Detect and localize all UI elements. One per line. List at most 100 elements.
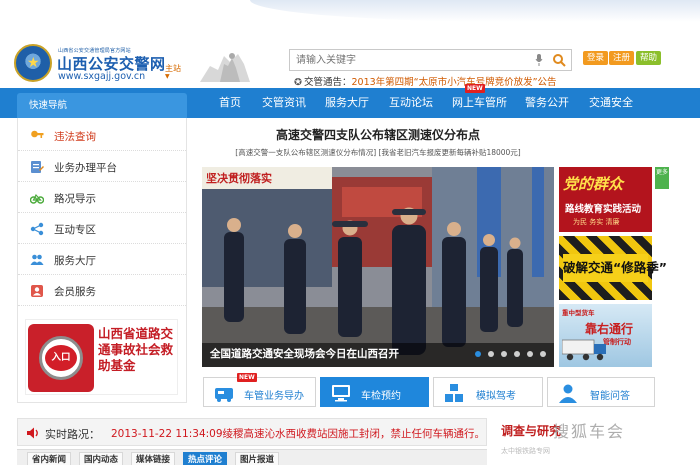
survey-subtitle: 太中银铁路专网 xyxy=(501,447,550,455)
sub-link-2[interactable]: [我省老旧汽车报废更新每辆补贴18000元] xyxy=(379,148,521,157)
slide-dot-4[interactable] xyxy=(514,351,520,357)
slide-dot-6[interactable] xyxy=(540,351,546,357)
speaker-icon xyxy=(27,427,38,439)
ad-road-repair[interactable]: 破解交通“修路季” xyxy=(559,236,667,300)
right-ads: 党的群众 路线教育实践活动 为民 务实 清廉 破解交通“修路季” 重中型货车 靠… xyxy=(559,167,667,367)
car-service-icon xyxy=(215,388,233,402)
service-new-badge: NEW xyxy=(237,373,257,382)
news-tabs: 省内新闻 国内动态 媒体链接 热点评论 图片报道 xyxy=(17,449,487,465)
sidebar-item-label: 会员服务 xyxy=(54,286,96,298)
slide-dot-5[interactable] xyxy=(527,351,533,357)
microphone-icon[interactable] xyxy=(535,54,543,66)
sidebar-item-label: 违法查询 xyxy=(54,131,96,143)
ad1-slogan: 为民 务实 清廉 xyxy=(573,218,620,226)
notice-prefix: 交管通告： xyxy=(303,77,352,88)
notice-bar: ✪ 交管通告：2013年第四期“太原市小汽车号牌竞价放发”公告 xyxy=(294,74,557,88)
ad1-subtitle: 路线教育实践活动 xyxy=(565,204,642,215)
nav-news[interactable]: 交管资讯 xyxy=(262,88,306,118)
slide-dot-3[interactable] xyxy=(501,351,507,357)
nav-forum[interactable]: 互动论坛 xyxy=(389,88,433,118)
sub-link-1[interactable]: [高速交警一支队公布辖区测速仪分布情况] xyxy=(235,148,376,157)
service-label: 智能问答 xyxy=(590,391,630,402)
tab-media-links[interactable]: 媒体链接 xyxy=(131,452,176,465)
blocks-icon xyxy=(445,384,463,402)
sidebar-item-label: 互动专区 xyxy=(54,224,96,236)
service-label: 车检预约 xyxy=(361,391,401,402)
login-button[interactable]: 登录 xyxy=(583,51,609,65)
live-road-text[interactable]: 2013-11-22 11:34:09绫稷高速沁水西收费站因施工封闭，禁止任何车… xyxy=(111,426,485,441)
ad1-title: 党的群众 xyxy=(563,175,624,193)
nav-home[interactable]: 首页 xyxy=(219,88,241,118)
search-icon[interactable] xyxy=(552,53,566,67)
tab-provincial-news[interactable]: 省内新闻 xyxy=(27,452,72,465)
police-statue-icon xyxy=(200,53,250,82)
service-label: 车管业务导办 xyxy=(244,391,304,402)
accident-fund-banner[interactable]: 入口 山西省道路交通事故社会救助基金 xyxy=(25,319,178,395)
help-button[interactable]: 帮助 xyxy=(636,51,662,65)
slide-dot-2[interactable] xyxy=(488,351,494,357)
chevron-down-icon: ▼ xyxy=(165,73,170,80)
ad-more-tag[interactable]: 更多 xyxy=(655,167,669,189)
fund-title: 山西省道路交通事故社会救助基金 xyxy=(98,326,174,373)
site-switch-label: 主站 xyxy=(165,64,181,73)
key-icon xyxy=(31,130,44,138)
nav-service-hall[interactable]: 服务大厅 xyxy=(325,88,369,118)
tab-hot-comments[interactable]: 热点评论 xyxy=(183,452,228,465)
search-input[interactable] xyxy=(296,53,516,68)
sidebar-item-violation-query[interactable]: 违法查询 xyxy=(18,120,186,151)
truck-icon xyxy=(562,339,606,361)
site-switch[interactable]: 主站 ▼ xyxy=(165,63,181,80)
slide-caption[interactable]: 全国道路交通安全现场会今日在山西召开 xyxy=(210,346,399,361)
share-icon xyxy=(30,222,44,236)
ad-truck-right-lane[interactable]: 重中型货车 靠右通行 管制行动 xyxy=(559,304,652,367)
nav-police-affairs[interactable]: 警务公开 xyxy=(525,88,569,118)
live-road-label: 实时路况： xyxy=(45,428,100,441)
register-button[interactable]: 注册 xyxy=(609,51,635,65)
member-icon xyxy=(31,285,43,297)
ad3-top: 重中型货车 xyxy=(562,309,595,317)
notice-link[interactable]: 2013年第四期“太原市小汽车号牌竞价放发”公告 xyxy=(351,77,556,88)
sidebar-item-member-service[interactable]: 会员服务 xyxy=(18,275,186,306)
headline-link[interactable]: 高速交警四支队公布辖区测速仪分布点 xyxy=(203,126,553,143)
sidebar-item-label: 服务大厅 xyxy=(54,255,96,267)
fund-entry-label: 入口 xyxy=(45,345,77,371)
service-smart-qa[interactable]: 智能问答 xyxy=(547,377,655,407)
sidebar-item-label: 路况导示 xyxy=(54,193,96,205)
news-slider[interactable]: 坚决贯彻落实 全国道路交通安全现场会今日在山西召开 xyxy=(202,167,554,367)
slide-dot-1[interactable] xyxy=(475,351,481,357)
people-icon xyxy=(30,254,44,265)
police-badge-icon[interactable]: ★ xyxy=(14,44,52,82)
live-road-bar: 实时路况： 2013-11-22 11:34:09绫稷高速沁水西收费站因施工封闭… xyxy=(17,418,487,446)
sidebar-item-label: 业务办理平台 xyxy=(54,162,117,174)
sidebar-item-road-guide[interactable]: 路况导示 xyxy=(18,182,186,213)
ad2-title: 破解交通“修路季” xyxy=(563,254,667,282)
service-label: 模拟驾考 xyxy=(476,391,516,402)
slide-banner-text: 坚决贯彻落实 xyxy=(206,172,272,185)
ad-mass-line[interactable]: 党的群众 路线教育实践活动 为民 务实 清廉 xyxy=(559,167,652,232)
search-box[interactable] xyxy=(289,49,572,71)
survey-title: 调查与研究 xyxy=(501,424,562,438)
monitor-icon xyxy=(332,385,350,402)
sidebar-item-interaction[interactable]: 互动专区 xyxy=(18,213,186,244)
sub-links: [高速交警一支队公布辖区测速仪分布情况] [我省老旧汽车报废更新每辆补贴1800… xyxy=(203,147,553,158)
form-icon xyxy=(31,161,44,173)
bicycle-icon xyxy=(30,193,44,204)
gear-icon: ✪ xyxy=(294,77,302,88)
person-icon xyxy=(559,384,577,403)
new-badge: NEW xyxy=(465,84,485,93)
fund-entry-button[interactable]: 入口 xyxy=(39,336,83,380)
watermark: 搜狐车会 xyxy=(553,422,626,441)
ad3-title: 靠右通行 xyxy=(585,322,634,336)
service-mock-exam[interactable]: 模拟驾考 xyxy=(433,377,543,407)
sidebar-item-service-hall[interactable]: 服务大厅 xyxy=(18,244,186,275)
header-decoration xyxy=(250,0,700,22)
quick-nav-title: 快速导航 xyxy=(17,93,187,118)
sidebar-item-business-platform[interactable]: 业务办理平台 xyxy=(18,151,186,182)
site-url: www.sxgajj.gov.cn xyxy=(58,71,146,82)
tab-domestic-news[interactable]: 国内动态 xyxy=(79,452,124,465)
tab-photo-reports[interactable]: 图片报道 xyxy=(235,452,280,465)
fund-entry-panel: 入口 xyxy=(28,324,94,392)
service-vehicle-guide[interactable]: 车管业务导办 xyxy=(203,377,316,407)
nav-traffic-safety[interactable]: 交通安全 xyxy=(589,88,633,118)
service-inspection-booking[interactable]: 车检预约 xyxy=(320,377,429,407)
